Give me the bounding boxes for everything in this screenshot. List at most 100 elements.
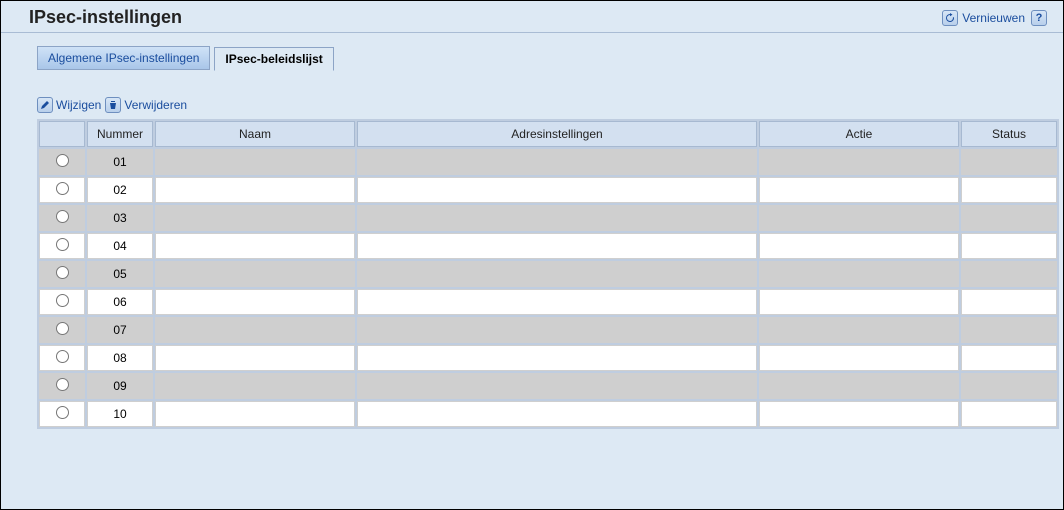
- cell-name: [155, 205, 355, 231]
- row-select-cell: [39, 289, 85, 315]
- table-row: 05: [39, 261, 1057, 287]
- cell-action: [759, 149, 959, 175]
- cell-action: [759, 317, 959, 343]
- page-title: IPsec-instellingen: [29, 7, 182, 28]
- row-select-radio[interactable]: [56, 378, 69, 391]
- cell-address: [357, 177, 757, 203]
- tab-strip: Algemene IPsec-instellingen IPsec-beleid…: [37, 45, 1039, 71]
- header: IPsec-instellingen Vernieuwen ?: [1, 1, 1063, 28]
- pencil-icon: [37, 97, 53, 113]
- row-select-radio[interactable]: [56, 350, 69, 363]
- cell-number: 02: [87, 177, 153, 203]
- table-row: 06: [39, 289, 1057, 315]
- table-row: 08: [39, 345, 1057, 371]
- col-select: [39, 121, 85, 147]
- cell-number: 06: [87, 289, 153, 315]
- table-header-row: Nummer Naam Adresinstellingen Actie Stat…: [39, 121, 1057, 147]
- cell-action: [759, 373, 959, 399]
- row-select-radio[interactable]: [56, 154, 69, 167]
- col-status: Status: [961, 121, 1057, 147]
- cell-number: 03: [87, 205, 153, 231]
- row-select-cell: [39, 261, 85, 287]
- tab-ipsec-policy-list[interactable]: IPsec-beleidslijst: [214, 47, 333, 71]
- cell-action: [759, 233, 959, 259]
- app-window: IPsec-instellingen Vernieuwen ? Algemene…: [0, 0, 1064, 510]
- cell-address: [357, 401, 757, 427]
- col-action: Actie: [759, 121, 959, 147]
- cell-status: [961, 261, 1057, 287]
- col-number: Nummer: [87, 121, 153, 147]
- row-select-cell: [39, 205, 85, 231]
- cell-address: [357, 261, 757, 287]
- table-row: 03: [39, 205, 1057, 231]
- col-address: Adresinstellingen: [357, 121, 757, 147]
- cell-action: [759, 177, 959, 203]
- edit-label: Wijzigen: [56, 98, 101, 112]
- toolbar: Wijzigen Verwijderen: [37, 97, 1039, 113]
- cell-status: [961, 149, 1057, 175]
- table-row: 04: [39, 233, 1057, 259]
- cell-name: [155, 345, 355, 371]
- row-select-cell: [39, 233, 85, 259]
- cell-name: [155, 317, 355, 343]
- row-select-cell: [39, 401, 85, 427]
- cell-address: [357, 149, 757, 175]
- cell-address: [357, 317, 757, 343]
- row-select-radio[interactable]: [56, 238, 69, 251]
- cell-number: 10: [87, 401, 153, 427]
- row-select-radio[interactable]: [56, 210, 69, 223]
- row-select-cell: [39, 149, 85, 175]
- cell-address: [357, 345, 757, 371]
- cell-number: 01: [87, 149, 153, 175]
- tab-label: Algemene IPsec-instellingen: [48, 51, 199, 65]
- row-select-radio[interactable]: [56, 294, 69, 307]
- edit-button[interactable]: Wijzigen: [37, 97, 101, 113]
- cell-status: [961, 401, 1057, 427]
- cell-number: 05: [87, 261, 153, 287]
- row-select-cell: [39, 373, 85, 399]
- cell-address: [357, 205, 757, 231]
- cell-address: [357, 233, 757, 259]
- cell-action: [759, 345, 959, 371]
- cell-status: [961, 317, 1057, 343]
- row-select-radio[interactable]: [56, 266, 69, 279]
- help-icon[interactable]: ?: [1031, 10, 1047, 26]
- cell-status: [961, 233, 1057, 259]
- cell-status: [961, 205, 1057, 231]
- delete-button[interactable]: Verwijderen: [105, 97, 187, 113]
- table-row: 02: [39, 177, 1057, 203]
- cell-name: [155, 401, 355, 427]
- table-row: 01: [39, 149, 1057, 175]
- refresh-icon: [942, 10, 958, 26]
- cell-status: [961, 345, 1057, 371]
- tab-label: IPsec-beleidslijst: [225, 52, 322, 66]
- table-row: 10: [39, 401, 1057, 427]
- trash-icon: [105, 97, 121, 113]
- cell-name: [155, 373, 355, 399]
- table-row: 07: [39, 317, 1057, 343]
- cell-number: 07: [87, 317, 153, 343]
- cell-name: [155, 289, 355, 315]
- cell-address: [357, 373, 757, 399]
- delete-label: Verwijderen: [124, 98, 187, 112]
- cell-name: [155, 233, 355, 259]
- cell-action: [759, 401, 959, 427]
- cell-number: 09: [87, 373, 153, 399]
- cell-name: [155, 149, 355, 175]
- header-actions: Vernieuwen ?: [942, 10, 1047, 26]
- cell-status: [961, 373, 1057, 399]
- refresh-label: Vernieuwen: [962, 11, 1025, 25]
- row-select-radio[interactable]: [56, 182, 69, 195]
- table-row: 09: [39, 373, 1057, 399]
- cell-number: 04: [87, 233, 153, 259]
- cell-name: [155, 177, 355, 203]
- row-select-cell: [39, 317, 85, 343]
- row-select-cell: [39, 345, 85, 371]
- cell-number: 08: [87, 345, 153, 371]
- cell-address: [357, 289, 757, 315]
- cell-action: [759, 205, 959, 231]
- refresh-button[interactable]: Vernieuwen: [942, 10, 1025, 26]
- tab-general-ipsec-settings[interactable]: Algemene IPsec-instellingen: [37, 46, 210, 70]
- row-select-radio[interactable]: [56, 406, 69, 419]
- row-select-radio[interactable]: [56, 322, 69, 335]
